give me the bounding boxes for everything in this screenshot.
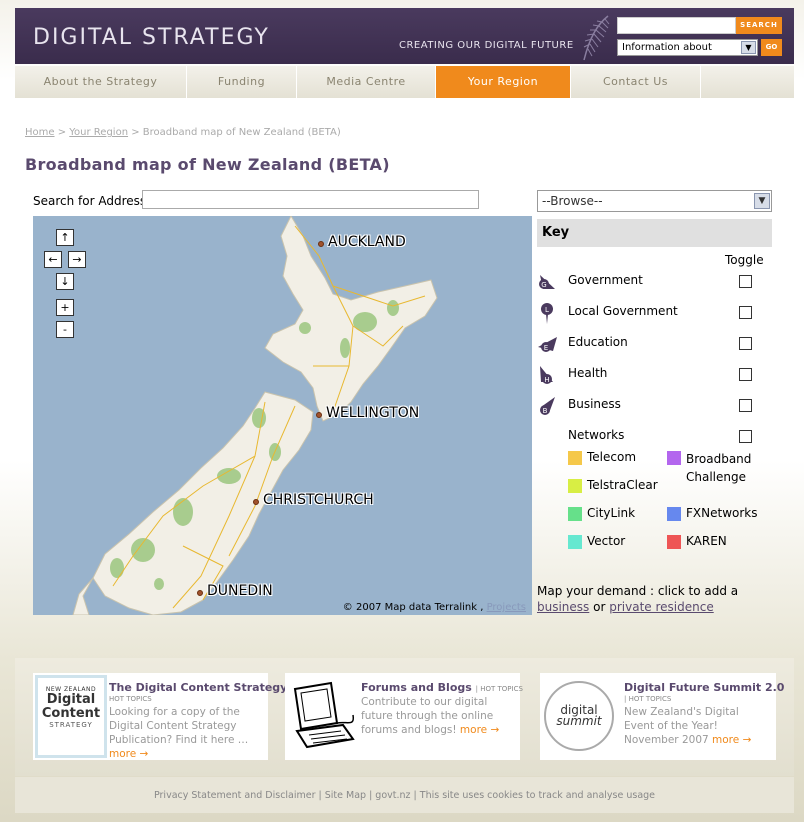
toggle-business-checkbox[interactable] — [739, 399, 752, 412]
breadcrumb-current: Broadband map of New Zealand (BETA) — [142, 127, 341, 138]
projects-link[interactable]: Projects — [487, 602, 526, 613]
information-about-select[interactable]: Information about ▼ — [617, 39, 758, 56]
map-copyright: © 2007 Map data Terralink , Projects — [342, 602, 526, 613]
vector-swatch — [568, 535, 582, 549]
nav-media-centre[interactable]: Media Centre — [297, 66, 436, 98]
broadband-challenge-swatch — [667, 451, 681, 465]
key-row-government: G Government — [537, 271, 772, 295]
breadcrumb-home[interactable]: Home — [25, 127, 55, 138]
city-label-dunedin: DUNEDIN — [207, 583, 273, 599]
nav-contact-us[interactable]: Contact Us — [571, 66, 701, 98]
go-button[interactable]: GO — [761, 39, 782, 56]
new-zealand-map — [72, 216, 438, 615]
main-nav: About the Strategy Funding Media Centre … — [15, 66, 794, 98]
pan-left-button[interactable]: ← — [44, 251, 62, 268]
dunedin-marker[interactable] — [197, 590, 203, 596]
digital-summit-logo: digital summit — [544, 681, 614, 751]
search-input[interactable] — [617, 17, 736, 34]
fern-icon — [583, 15, 610, 61]
business-pin-icon: B — [540, 397, 555, 415]
nav-funding[interactable]: Funding — [187, 66, 297, 98]
city-label-wellington: WELLINGTON — [326, 405, 420, 421]
toggle-health-checkbox[interactable] — [739, 368, 752, 381]
promo-digital-content-strategy[interactable]: NEW ZEALAND Digital Content STRATEGY The… — [33, 673, 294, 760]
pan-right-button[interactable]: → — [68, 251, 86, 268]
search-button[interactable]: SEARCH — [736, 17, 782, 34]
telstraclear-swatch — [568, 479, 582, 493]
add-business-link[interactable]: business — [537, 600, 589, 614]
add-private-residence-link[interactable]: private residence — [609, 600, 713, 614]
nav-your-region[interactable]: Your Region — [436, 66, 571, 98]
wellington-marker[interactable] — [316, 412, 322, 418]
government-pin-icon: G — [539, 275, 555, 289]
computer-sketch-icon — [287, 675, 359, 758]
citylink-swatch — [568, 507, 582, 521]
promo-forums-and-blogs[interactable]: Forums and Blogs | HOT TOPICS Contribute… — [285, 673, 523, 760]
breadcrumb: Home > Your Region > Broadband map of Ne… — [25, 127, 341, 138]
breadcrumb-your-region[interactable]: Your Region — [69, 127, 128, 138]
pan-up-button[interactable]: ↑ — [56, 229, 74, 246]
telecom-swatch — [568, 451, 582, 465]
city-label-christchurch: CHRISTCHURCH — [263, 492, 374, 508]
browse-select[interactable]: --Browse-- ▼ — [537, 190, 772, 212]
pan-down-button[interactable]: ↓ — [56, 273, 74, 290]
chevron-down-icon[interactable]: ▼ — [741, 41, 756, 54]
key-row-business: B Business — [537, 395, 772, 419]
browse-value: --Browse-- — [542, 194, 603, 208]
key-row-health: H Health — [537, 364, 772, 388]
auckland-marker[interactable] — [318, 241, 324, 247]
local-government-pin-icon: L — [541, 303, 553, 324]
key-heading: Key — [537, 219, 772, 247]
christchurch-marker[interactable] — [253, 499, 259, 505]
map-demand-text: Map your demand : click to add a busines… — [537, 584, 739, 614]
toggle-networks-checkbox[interactable] — [739, 430, 752, 443]
karen-swatch — [667, 535, 681, 549]
site-logo[interactable]: DIGITAL STRATEGY — [33, 25, 270, 50]
toggle-label: Toggle — [725, 253, 764, 267]
education-pin-icon: E — [538, 337, 557, 352]
address-label: Search for Address — [33, 194, 147, 208]
health-pin-icon: H — [540, 366, 553, 384]
zoom-out-button[interactable]: - — [56, 321, 74, 338]
key-row-local-government: L Local Government — [537, 302, 772, 326]
address-input[interactable] — [142, 190, 479, 209]
more-link[interactable]: more → — [712, 734, 751, 746]
city-label-auckland: AUCKLAND — [328, 234, 406, 250]
toggle-government-checkbox[interactable] — [739, 275, 752, 288]
nav-about-the-strategy[interactable]: About the Strategy — [15, 66, 187, 98]
key-row-networks: Networks — [537, 426, 772, 450]
svg-text:B: B — [543, 407, 548, 415]
promo-title: The Digital Content Strategy | — [109, 681, 294, 694]
chevron-down-icon[interactable]: ▼ — [754, 193, 770, 209]
toggle-local-government-checkbox[interactable] — [739, 306, 752, 319]
fxnetworks-swatch — [667, 507, 681, 521]
svg-text:G: G — [541, 281, 546, 289]
information-about-value: Information about — [622, 42, 712, 53]
footer-links[interactable]: Privacy Statement and Disclaimer | Site … — [15, 790, 794, 801]
promo-text: Looking for a copy of the Digital Conten… — [109, 706, 249, 760]
map-view[interactable]: ↑ ← → ↓ + - AUCKLAND WELLINGTON CHRISTCH… — [33, 216, 532, 615]
toggle-education-checkbox[interactable] — [739, 337, 752, 350]
more-link[interactable]: more → — [109, 748, 148, 760]
svg-text:E: E — [544, 344, 548, 352]
site-tagline: CREATING OUR DIGITAL FUTURE — [399, 40, 574, 51]
main-content: Home > Your Region > Broadband map of Ne… — [25, 125, 785, 635]
svg-text:L: L — [545, 306, 549, 314]
promo-digital-future-summit[interactable]: digital summit Digital Future Summit 2.0… — [540, 673, 784, 760]
zoom-in-button[interactable]: + — [56, 299, 74, 316]
digital-content-strategy-cover: NEW ZEALAND Digital Content STRATEGY — [35, 675, 107, 758]
site-header: DIGITAL STRATEGY CREATING OUR DIGITAL FU… — [15, 8, 794, 64]
svg-text:H: H — [544, 376, 549, 384]
more-link[interactable]: more → — [460, 724, 499, 736]
key-row-education: E Education — [537, 333, 772, 357]
page-title: Broadband map of New Zealand (BETA) — [25, 155, 390, 174]
